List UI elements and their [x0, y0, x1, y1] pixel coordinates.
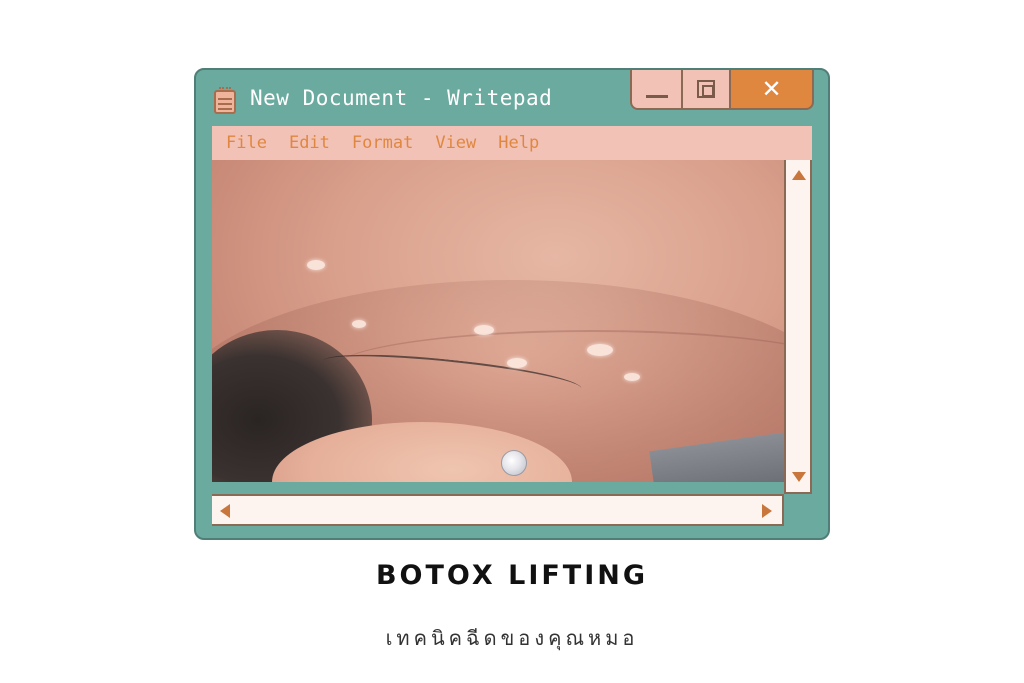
- content-photo: [212, 160, 784, 482]
- minimize-button[interactable]: [630, 70, 683, 110]
- caption-headline: BOTOX LIFTING: [375, 560, 649, 591]
- injection-mark: [587, 344, 613, 356]
- injection-mark: [507, 358, 527, 368]
- notepad-icon: [214, 87, 236, 114]
- menu-help[interactable]: Help: [498, 133, 539, 153]
- menu-file[interactable]: File: [226, 133, 267, 153]
- window-controls: ✕: [630, 70, 814, 110]
- horizontal-scrollbar[interactable]: [212, 494, 784, 526]
- injection-mark: [474, 325, 494, 335]
- menu-edit[interactable]: Edit: [289, 133, 330, 153]
- injection-mark: [352, 320, 366, 328]
- caption-subline: เทคนิคฉีดของคุณหมอ: [385, 626, 639, 650]
- scroll-down-icon[interactable]: [792, 472, 806, 482]
- window-title: New Document - Writepad: [250, 86, 553, 110]
- scroll-up-icon[interactable]: [792, 170, 806, 180]
- menu-format[interactable]: Format: [352, 133, 413, 153]
- minimize-icon: [645, 94, 668, 98]
- scroll-left-icon[interactable]: [220, 504, 230, 518]
- close-icon: ✕: [761, 75, 782, 103]
- vertical-scrollbar[interactable]: [784, 160, 812, 494]
- writepad-window: New Document - Writepad ✕ File Edit Form…: [194, 68, 830, 540]
- scroll-right-icon[interactable]: [762, 504, 772, 518]
- close-button[interactable]: ✕: [731, 70, 814, 110]
- injection-mark: [624, 373, 640, 381]
- injection-mark: [307, 260, 325, 270]
- menu-bar: File Edit Format View Help: [212, 126, 812, 160]
- maximize-icon: [697, 80, 715, 98]
- menu-view[interactable]: View: [435, 133, 476, 153]
- maximize-button[interactable]: [683, 70, 731, 110]
- earring: [501, 450, 527, 476]
